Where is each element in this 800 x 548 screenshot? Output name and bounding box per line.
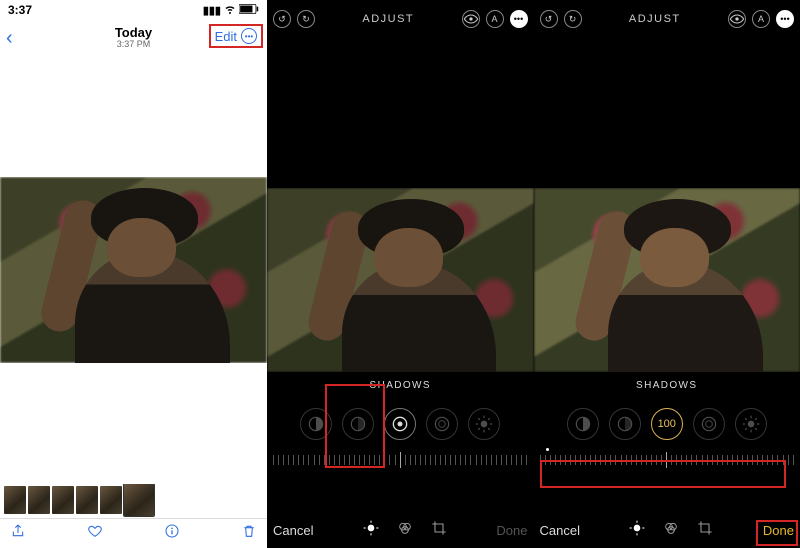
adjust-tab-icon[interactable] <box>629 520 645 541</box>
bottom-toolbar <box>0 518 267 548</box>
ruler-ticks <box>540 446 795 474</box>
wifi-icon <box>224 3 236 18</box>
edit-callout-box: Edit ••• <box>209 24 263 48</box>
nav-title: Today 3:37 PM <box>115 26 152 50</box>
photos-view-panel: 3:37 ▮▮▮ ‹ Today 3:37 PM Edit ••• <box>0 0 267 548</box>
exposure-tool[interactable] <box>567 408 599 440</box>
photo-viewer[interactable] <box>0 56 267 484</box>
signal-icon: ▮▮▮ <box>203 4 221 17</box>
photo <box>534 188 800 372</box>
crop-tab-icon[interactable] <box>431 520 447 541</box>
edit-button[interactable]: Edit <box>215 29 237 44</box>
heart-icon[interactable] <box>87 523 103 544</box>
adjust-tools-row[interactable]: 100 <box>534 402 800 446</box>
contrast-tool[interactable] <box>426 408 458 440</box>
more-solid-icon[interactable]: ••• <box>510 10 528 28</box>
editor-top-bar: ↺ ↻ ADJUST A ••• <box>534 0 800 38</box>
undo-icon[interactable]: ↺ <box>273 10 291 28</box>
editor-bottom-bar: Cancel Done <box>267 512 534 548</box>
editor-top-bar: ↺ ↻ ADJUST A ••• <box>267 0 534 38</box>
thumbnail-strip[interactable] <box>0 484 267 518</box>
value-ruler[interactable] <box>273 446 528 474</box>
thumbnail[interactable] <box>28 486 50 514</box>
nav-title-sub: 3:37 PM <box>115 40 152 50</box>
auto-icon[interactable]: A <box>752 10 770 28</box>
value-ruler[interactable] <box>540 446 795 474</box>
undo-icon[interactable]: ↺ <box>540 10 558 28</box>
crop-tab-icon[interactable] <box>697 520 713 541</box>
adjust-heading: ADJUST <box>629 13 681 25</box>
ruler-ticks <box>273 446 528 474</box>
photo <box>267 188 534 372</box>
adjust-tab-icon[interactable] <box>363 520 379 541</box>
nav-title-main: Today <box>115 26 152 40</box>
filters-tab-icon[interactable] <box>397 520 413 541</box>
status-bar: 3:37 ▮▮▮ <box>0 0 267 20</box>
brightness-tool[interactable] <box>468 408 500 440</box>
info-icon[interactable] <box>164 523 180 544</box>
back-button[interactable]: ‹ <box>6 27 13 50</box>
auto-icon[interactable]: A <box>486 10 504 28</box>
editor-panels: ↺ ↻ ADJUST A ••• SHADOWS <box>267 0 800 548</box>
photo <box>0 177 267 363</box>
status-icons: ▮▮▮ <box>203 3 259 18</box>
adjust-tools-row[interactable] <box>267 402 534 446</box>
thumbnail[interactable] <box>4 486 26 514</box>
thumbnail-selected[interactable] <box>124 484 154 516</box>
contrast-tool[interactable] <box>693 408 725 440</box>
nav-bar: ‹ Today 3:37 PM Edit ••• <box>0 20 267 56</box>
shadows-tool[interactable] <box>384 408 416 440</box>
editor-panel-mid: ↺ ↻ ADJUST A ••• SHADOWS <box>267 0 534 548</box>
highlights-tool[interactable] <box>342 408 374 440</box>
redo-icon[interactable]: ↻ <box>564 10 582 28</box>
cancel-button[interactable]: Cancel <box>273 523 313 538</box>
trash-icon[interactable] <box>241 523 257 544</box>
share-icon[interactable] <box>10 523 26 544</box>
editor-bottom-bar: Cancel Done <box>534 512 800 548</box>
more-solid-icon[interactable]: ••• <box>776 10 794 28</box>
shadows-value: 100 <box>658 418 676 430</box>
editor-panel-right: ↺ ↻ ADJUST A ••• SHADOWS 100 <box>534 0 800 548</box>
editor-photo[interactable] <box>534 188 800 372</box>
exposure-tool[interactable] <box>300 408 332 440</box>
brightness-tool[interactable] <box>735 408 767 440</box>
more-icon[interactable]: ••• <box>241 28 257 44</box>
battery-icon <box>239 4 259 17</box>
tool-label: SHADOWS <box>267 380 534 400</box>
thumbnail[interactable] <box>100 486 122 514</box>
editor-photo[interactable] <box>267 188 534 372</box>
thumbnail[interactable] <box>52 486 74 514</box>
done-button[interactable]: Done <box>496 523 527 538</box>
adjust-heading: ADJUST <box>362 13 414 25</box>
shadows-tool-selected[interactable]: 100 <box>651 408 683 440</box>
ruler-start-marker <box>546 448 549 451</box>
done-button[interactable]: Done <box>763 523 794 538</box>
thumbnail[interactable] <box>76 486 98 514</box>
eye-icon[interactable] <box>462 10 480 28</box>
filters-tab-icon[interactable] <box>663 520 679 541</box>
cancel-button[interactable]: Cancel <box>540 523 580 538</box>
eye-icon[interactable] <box>728 10 746 28</box>
tool-label: SHADOWS <box>534 380 800 400</box>
redo-icon[interactable]: ↻ <box>297 10 315 28</box>
highlights-tool[interactable] <box>609 408 641 440</box>
status-time: 3:37 <box>8 3 32 17</box>
